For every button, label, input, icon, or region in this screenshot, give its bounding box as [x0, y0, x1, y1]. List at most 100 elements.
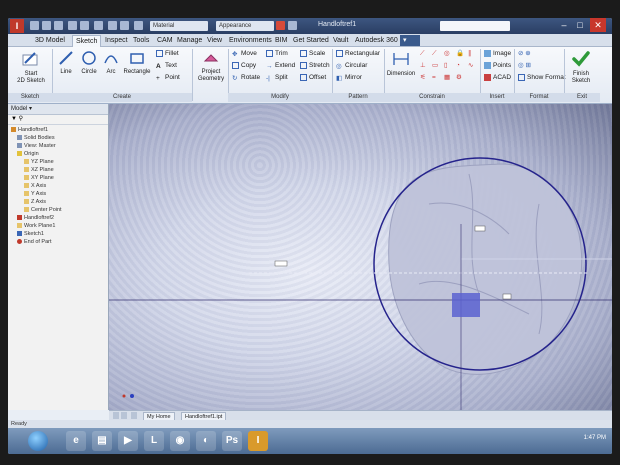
tab-autodesk-360[interactable]: Autodesk 360 — [352, 35, 401, 46]
tree-item-end-of-part[interactable]: End of Part — [17, 239, 52, 246]
tab-tools[interactable]: Tools — [130, 35, 152, 46]
fillet-button[interactable]: Fillet — [156, 49, 179, 59]
binoculars-icon[interactable]: ⚲ — [19, 116, 23, 122]
parallel-icon[interactable]: ∥ — [468, 49, 471, 59]
tree-item-view[interactable]: View: Master — [17, 143, 56, 150]
collinear-icon[interactable]: ⟋ — [432, 49, 437, 59]
finish-sketch-button[interactable]: Finish Sketch — [566, 49, 596, 85]
graphics-viewport[interactable] — [109, 104, 612, 410]
undo-icon[interactable] — [68, 21, 77, 30]
taskbar-photoshop-icon[interactable]: Ps — [222, 431, 242, 451]
app-logo[interactable]: I — [10, 19, 24, 33]
taskbar-internet-explorer-icon[interactable]: e — [66, 431, 86, 451]
line-button[interactable]: Line — [56, 49, 76, 75]
construction-icon[interactable]: ⊘ ⊕ — [518, 49, 531, 59]
search-input[interactable] — [440, 21, 510, 31]
tree-item-xz-plane[interactable]: XZ Plane — [24, 167, 54, 174]
trim-button[interactable]: Trim — [266, 49, 288, 59]
tree-item-z-axis[interactable]: Z Axis — [24, 199, 46, 206]
tab-get-started[interactable]: Get Started — [290, 35, 332, 46]
point-button[interactable]: + Point — [156, 73, 180, 83]
taskbar-app-l-icon[interactable]: L — [144, 431, 164, 451]
update-icon[interactable] — [108, 21, 117, 30]
arc-button[interactable]: Arc — [102, 49, 120, 75]
taskbar-chrome-icon[interactable]: ◉ — [170, 431, 190, 451]
clock[interactable]: 1:47 PM — [584, 435, 606, 441]
image-button[interactable]: Image — [484, 49, 511, 59]
split-button[interactable]: -| Split — [266, 73, 288, 83]
clear-appearance-icon[interactable] — [276, 21, 285, 30]
tab-inspect[interactable]: Inspect — [102, 35, 131, 46]
centerline-icon[interactable]: ◎ ⊞ — [518, 61, 531, 71]
tab-3d-model[interactable]: 3D Model — [32, 35, 68, 46]
appearance-dropdown[interactable]: Appearance — [216, 21, 274, 31]
show-constraints-icon[interactable]: ▦ — [444, 73, 450, 83]
tree-item-work-plane[interactable]: Work Plane1 — [17, 223, 55, 230]
circle-button[interactable]: Circle — [78, 49, 100, 75]
tab-scroll-right-icon[interactable] — [121, 412, 127, 419]
adjust-icon[interactable] — [288, 21, 297, 30]
symmetric-icon[interactable]: ⚟ — [420, 73, 426, 83]
tree-item-y-axis[interactable]: Y Axis — [24, 191, 46, 198]
constraint-settings-icon[interactable]: ⚙ — [456, 73, 462, 83]
tree-item-part[interactable]: Handloftref1 — [11, 127, 48, 134]
fix-icon[interactable]: 🔒 — [456, 49, 464, 59]
taskbar-media-player-icon[interactable]: ▶ — [118, 431, 138, 451]
text-button[interactable]: A Text — [156, 61, 177, 71]
start-2d-sketch-button[interactable]: Start 2D Sketch — [14, 49, 48, 85]
acad-button[interactable]: ACAD — [484, 73, 511, 83]
horizontal-icon[interactable]: ▭ — [432, 61, 438, 71]
tree-item-xy-plane[interactable]: XY Plane — [24, 175, 54, 182]
save-icon[interactable] — [54, 21, 63, 30]
material-dropdown[interactable]: Material — [150, 21, 208, 31]
vertical-icon[interactable]: ▯ — [444, 61, 448, 71]
move-button[interactable]: ✥ Move — [232, 49, 257, 59]
rectangle-button[interactable]: Rectangle — [122, 49, 152, 75]
rotate-button[interactable]: ↻ Rotate — [232, 73, 260, 83]
circular-pattern-button[interactable]: ◎ Circular — [336, 61, 367, 71]
tree-item-origin[interactable]: Origin — [17, 151, 39, 158]
open-file-icon[interactable] — [42, 21, 51, 30]
close-button[interactable]: ✕ — [590, 18, 606, 32]
offset-button[interactable]: Offset — [300, 73, 326, 83]
scale-button[interactable]: Scale — [300, 49, 325, 59]
select-icon[interactable] — [120, 21, 129, 30]
mirror-button[interactable]: ◧ Mirror — [336, 73, 362, 83]
home-icon[interactable] — [94, 21, 103, 30]
tree-item-sketch[interactable]: Sketch1 — [17, 231, 44, 238]
points-button[interactable]: Points — [484, 61, 511, 71]
tab-sketch[interactable]: Sketch — [72, 35, 102, 47]
dimension-button[interactable]: Dimension — [386, 49, 416, 77]
tree-item-handloftref2[interactable]: Handloftref2 — [17, 215, 54, 222]
tab-scroll-left-icon[interactable] — [113, 412, 119, 419]
show-format-button[interactable]: Show Format — [518, 73, 566, 83]
tree-item-solid-bodies[interactable]: Solid Bodies — [17, 135, 55, 142]
start-button[interactable] — [28, 431, 48, 451]
tab-environments[interactable]: Environments — [226, 35, 275, 46]
rectangular-pattern-button[interactable]: Rectangular — [336, 49, 380, 59]
browser-header[interactable]: Model ▾ — [8, 104, 108, 115]
redo-icon[interactable] — [80, 21, 89, 30]
concentric-icon[interactable]: ◎ — [444, 49, 450, 59]
tree-item-center-point[interactable]: Center Point — [24, 207, 62, 214]
taskbar-inventor-icon[interactable]: I — [248, 431, 268, 451]
perpendicular-icon[interactable]: ⊥ — [420, 61, 426, 71]
new-file-icon[interactable] — [30, 21, 39, 30]
extend-button[interactable]: → Extend — [266, 61, 295, 71]
tab-list-icon[interactable] — [131, 412, 137, 419]
smooth-icon[interactable]: ∿ — [468, 61, 473, 71]
tab-manage[interactable]: Manage — [174, 35, 205, 46]
tree-item-x-axis[interactable]: X Axis — [24, 183, 46, 190]
taskbar-firefox-icon[interactable]: ◐ — [196, 431, 216, 451]
tab-vault[interactable]: Vault — [330, 35, 351, 46]
tab-bim[interactable]: BIM — [272, 35, 290, 46]
stretch-button[interactable]: Stretch — [300, 61, 330, 71]
tab-view[interactable]: View — [204, 35, 225, 46]
measure-icon[interactable] — [134, 21, 143, 30]
project-geometry-button[interactable]: Project Geometry — [196, 49, 226, 83]
taskbar-folder-icon[interactable]: ▤ — [92, 431, 112, 451]
tree-item-yz-plane[interactable]: YZ Plane — [24, 159, 54, 166]
tangent-icon[interactable]: ◔ — [456, 61, 460, 71]
maximize-button[interactable]: □ — [572, 18, 588, 32]
coincident-icon[interactable]: ⟋ — [420, 49, 425, 59]
